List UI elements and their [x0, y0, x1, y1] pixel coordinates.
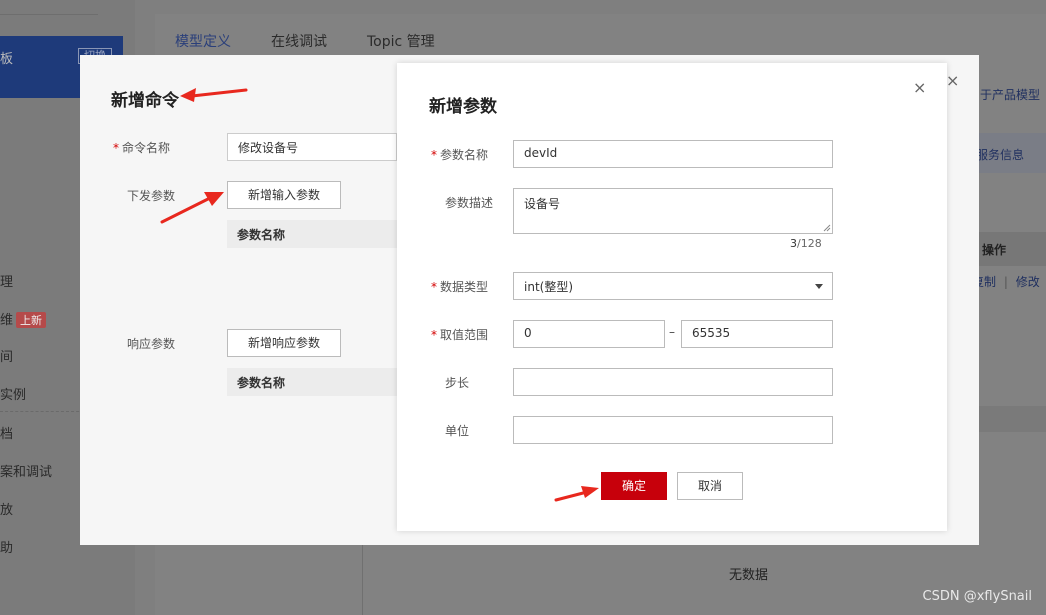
param-name-label: * 参数名称	[431, 146, 488, 163]
sidebar-item-3[interactable]: 间	[0, 346, 13, 365]
resize-handle-icon[interactable]	[823, 224, 831, 232]
data-type-label-text: 数据类型	[440, 280, 489, 294]
sidebar-item-2-label: 维	[0, 313, 14, 328]
new-badge: 上新	[16, 312, 47, 328]
annotation-arrow-icon	[180, 88, 248, 102]
action-separator: |	[1003, 275, 1008, 289]
sidebar-item-4[interactable]: 实例	[0, 384, 26, 403]
char-counter: 3/128	[790, 237, 822, 250]
row-actions: 复制 | 修改	[972, 273, 1040, 290]
data-type-value: int(整型)	[524, 280, 574, 294]
param-desc-text: 设备号	[524, 197, 561, 211]
tab-topic-management[interactable]: Topic 管理	[367, 31, 435, 51]
sidebar-divider	[0, 14, 98, 15]
close-icon[interactable]: ×	[913, 78, 926, 97]
add-response-param-button[interactable]: 新增响应参数	[227, 329, 341, 357]
command-name-input[interactable]: 修改设备号	[227, 133, 397, 161]
required-mark: *	[113, 141, 119, 155]
unit-input[interactable]	[513, 416, 833, 444]
param-desc-textarea[interactable]: 设备号	[513, 188, 833, 234]
char-counter-max: /128	[797, 237, 822, 250]
sidebar-item-6[interactable]: 案和调试	[0, 461, 52, 480]
param-desc-label: 参数描述	[445, 196, 494, 210]
sidebar-item-2[interactable]: 维上新	[0, 309, 47, 328]
cancel-button[interactable]: 取消	[677, 472, 743, 500]
column-divider	[362, 545, 363, 615]
required-mark: *	[431, 328, 437, 342]
required-mark: *	[431, 280, 437, 294]
command-name-label-text: 命令名称	[122, 141, 171, 155]
edit-link[interactable]: 修改	[1016, 275, 1040, 289]
table-footer-bar	[972, 406, 1046, 432]
input-params-table-header: 参数名称	[227, 220, 397, 248]
range-max-input[interactable]: 65535	[681, 320, 833, 348]
annotation-arrow-icon	[160, 192, 224, 224]
add-command-dialog-title: 新增命令	[111, 91, 179, 111]
sidebar-item-active-label: 板	[0, 52, 14, 67]
range-label: * 取值范围	[431, 326, 488, 343]
sidebar-item-1[interactable]: 理	[0, 271, 13, 290]
range-min-input[interactable]: 0	[513, 320, 665, 348]
close-icon[interactable]: ×	[946, 71, 959, 90]
data-type-label: * 数据类型	[431, 278, 488, 295]
confirm-button[interactable]: 确定	[601, 472, 667, 500]
service-info-tab[interactable]: 服务信息	[972, 133, 1046, 173]
required-mark: *	[431, 148, 437, 162]
tab-online-debug[interactable]: 在线调试	[271, 31, 327, 51]
tab-bar: 模型定义 在线调试 Topic 管理	[175, 31, 435, 51]
tab-model-definition[interactable]: 模型定义	[175, 31, 231, 51]
add-param-dialog-title: 新增参数	[429, 97, 497, 117]
range-label-text: 取值范围	[440, 328, 489, 342]
param-name-input[interactable]: devId	[513, 140, 833, 168]
step-label: 步长	[445, 376, 470, 390]
product-model-link[interactable]: 于产品模型	[980, 86, 1040, 103]
response-params-table-header: 参数名称	[227, 368, 397, 396]
sidebar-item-7[interactable]: 放	[0, 499, 13, 518]
annotation-arrow-icon	[554, 486, 599, 502]
empty-state-text: 无数据	[729, 568, 769, 583]
command-name-label: * 命令名称	[113, 139, 170, 156]
param-name-label-text: 参数名称	[440, 148, 489, 162]
range-separator: –	[669, 325, 675, 339]
add-input-param-button[interactable]: 新增输入参数	[227, 181, 341, 209]
step-input[interactable]	[513, 368, 833, 396]
sidebar-item-5[interactable]: 档	[0, 423, 13, 442]
col-header-operations: 操作	[972, 232, 1046, 266]
data-type-select[interactable]: int(整型)	[513, 272, 833, 300]
char-counter-current: 3	[790, 237, 797, 250]
sidebar-item-8[interactable]: 助	[0, 537, 13, 556]
unit-label: 单位	[445, 424, 470, 438]
response-params-label: 响应参数	[127, 337, 176, 351]
chevron-down-icon	[815, 284, 823, 289]
watermark: CSDN @xflySnail	[922, 589, 1032, 604]
